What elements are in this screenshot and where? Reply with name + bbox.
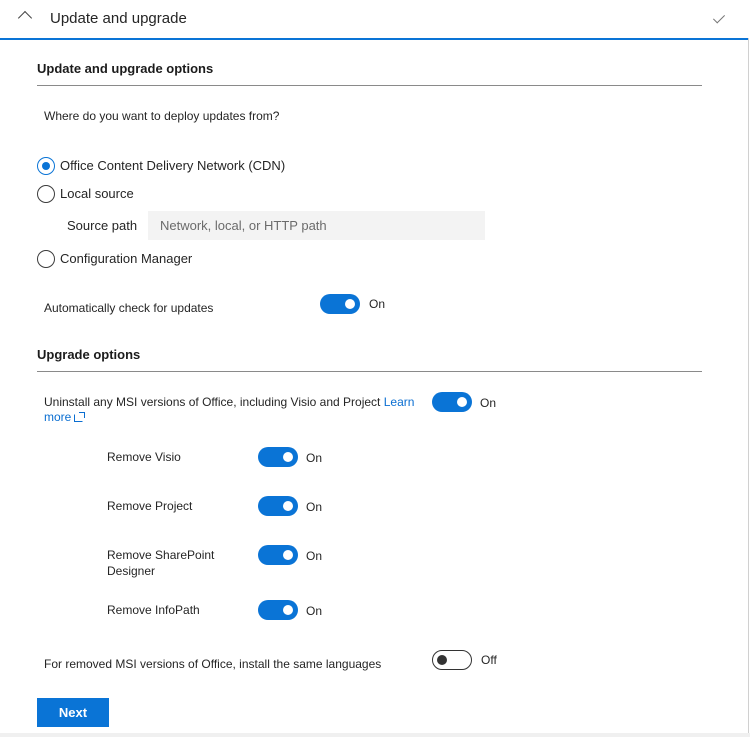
source-path-label: Source path (67, 218, 138, 233)
cdn-radio-label[interactable]: Office Content Delivery Network (CDN) (60, 158, 285, 173)
learn-more-link-line2[interactable]: more (44, 410, 86, 424)
deploy-question: Where do you want to deploy updates from… (44, 109, 280, 123)
uninstall-msi-state: On (480, 396, 497, 410)
external-link-icon (74, 412, 86, 422)
remove-infopath-label: Remove InfoPath (107, 603, 200, 617)
panel-border (748, 38, 749, 737)
remove-sharepoint-toggle[interactable] (258, 545, 298, 565)
same-languages-label: For removed MSI versions of Office, inst… (44, 657, 382, 671)
remove-project-label: Remove Project (107, 499, 193, 513)
remove-sharepoint-label-line2: Designer (107, 564, 156, 578)
divider (37, 85, 702, 86)
config-manager-radio[interactable] (37, 250, 55, 268)
divider (37, 371, 702, 372)
same-languages-toggle[interactable] (432, 650, 472, 670)
local-source-radio-label[interactable]: Local source (60, 186, 134, 201)
upgrade-options-title: Upgrade options (37, 347, 141, 362)
remove-infopath-state: On (306, 604, 323, 618)
remove-visio-label: Remove Visio (107, 450, 181, 464)
config-manager-radio-label[interactable]: Configuration Manager (60, 251, 192, 266)
same-languages-state: Off (481, 653, 497, 667)
remove-sharepoint-state: On (306, 549, 323, 563)
learn-more-link[interactable]: Learn (384, 395, 415, 409)
footer-strip (0, 733, 750, 737)
auto-check-label: Automatically check for updates (44, 301, 214, 315)
uninstall-msi-toggle[interactable] (432, 392, 472, 412)
remove-sharepoint-label: Remove SharePoint (107, 548, 215, 562)
remove-visio-toggle[interactable] (258, 447, 298, 467)
uninstall-msi-label: Uninstall any MSI versions of Office, in… (44, 395, 415, 409)
local-source-radio[interactable] (37, 185, 55, 203)
remove-infopath-toggle[interactable] (258, 600, 298, 620)
update-options-title: Update and upgrade options (37, 61, 214, 76)
cdn-radio[interactable] (37, 157, 55, 175)
remove-visio-state: On (306, 451, 323, 465)
auto-check-toggle[interactable] (320, 294, 360, 314)
auto-check-state: On (369, 297, 386, 311)
next-button[interactable]: Next (37, 698, 109, 727)
source-path-input[interactable] (148, 211, 485, 240)
remove-project-toggle[interactable] (258, 496, 298, 516)
remove-project-state: On (306, 500, 323, 514)
section-header-title: Update and upgrade (50, 10, 187, 27)
